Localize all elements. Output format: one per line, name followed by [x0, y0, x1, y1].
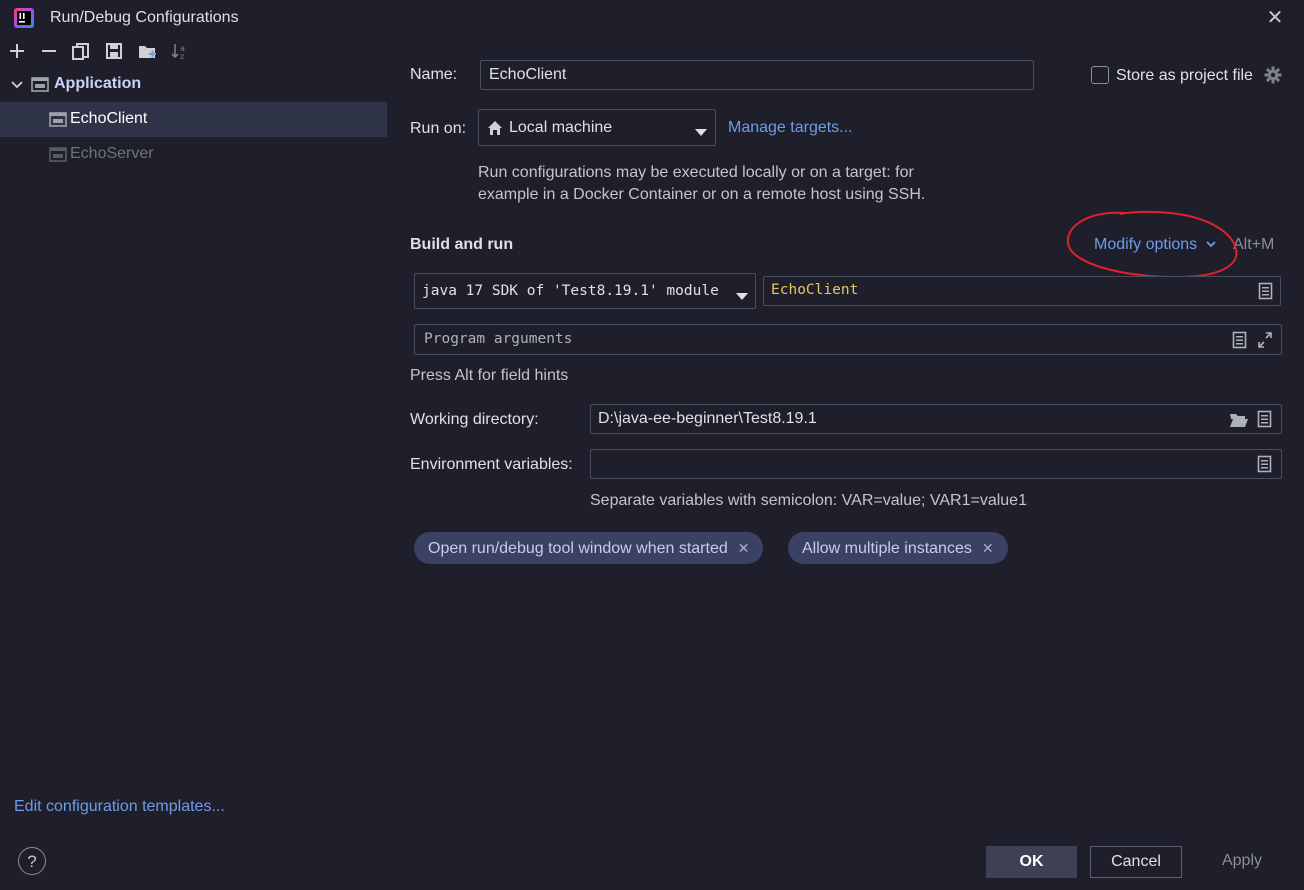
- tree-group-application[interactable]: Application: [0, 70, 387, 100]
- chip-label: Allow multiple instances: [802, 540, 972, 557]
- application-icon: [49, 145, 67, 163]
- store-as-project-label: Store as project file: [1116, 67, 1253, 84]
- window-title: Run/Debug Configurations: [50, 9, 239, 26]
- run-on-label: Run on:: [410, 120, 467, 137]
- new-folder-icon[interactable]: [137, 41, 157, 61]
- run-on-hint-line: example in a Docker Container or on a re…: [478, 186, 926, 203]
- add-icon[interactable]: [7, 41, 27, 61]
- folder-open-icon[interactable]: [1229, 411, 1249, 429]
- home-icon: [487, 120, 503, 136]
- document-icon[interactable]: [1257, 410, 1273, 428]
- application-icon: [49, 110, 67, 128]
- close-icon[interactable]: ✕: [1262, 6, 1288, 30]
- dropdown-arrow-icon: [736, 288, 748, 300]
- svg-text:z: z: [180, 52, 184, 61]
- help-button[interactable]: ?: [18, 847, 46, 875]
- document-icon[interactable]: [1232, 331, 1248, 349]
- remove-chip-icon[interactable]: ✕: [738, 540, 750, 556]
- tree-group-label: Application: [54, 75, 142, 92]
- main-class-field[interactable]: EchoClient: [763, 276, 1281, 306]
- apply-button[interactable]: Apply: [1196, 846, 1288, 878]
- document-icon[interactable]: [1257, 455, 1273, 473]
- tree-item-echoclient[interactable]: EchoClient: [0, 102, 387, 137]
- chip-label: Open run/debug tool window when started: [428, 540, 728, 557]
- name-field-value: EchoClient: [489, 66, 567, 83]
- tree-item-label: EchoClient: [70, 110, 148, 127]
- document-icon[interactable]: [1258, 282, 1274, 300]
- save-icon[interactable]: [104, 41, 124, 61]
- working-directory-value: D:\java-ee-beginner\Test8.19.1: [598, 410, 817, 427]
- run-on-hint: Run configurations may be executed local…: [478, 162, 925, 206]
- edit-templates-link[interactable]: Edit configuration templates...: [14, 798, 225, 816]
- ok-button[interactable]: OK: [986, 846, 1077, 878]
- working-directory-label: Working directory:: [410, 411, 539, 428]
- environment-variables-hint: Separate variables with semicolon: VAR=v…: [590, 492, 1027, 509]
- field-hint-text: Press Alt for field hints: [410, 367, 569, 384]
- main-class-value: EchoClient: [771, 282, 859, 298]
- run-on-hint-line: Run configurations may be executed local…: [478, 164, 914, 181]
- dropdown-arrow-icon: [695, 124, 707, 136]
- environment-variables-field[interactable]: [590, 449, 1282, 479]
- run-on-select[interactable]: Local machine: [478, 109, 716, 146]
- build-and-run-heading: Build and run: [410, 236, 514, 253]
- application-icon: [31, 75, 49, 93]
- program-arguments-placeholder: Program arguments: [424, 331, 573, 347]
- working-directory-field[interactable]: D:\java-ee-beginner\Test8.19.1: [590, 404, 1282, 434]
- chip-open-tool-window[interactable]: Open run/debug tool window when started ✕: [414, 532, 764, 564]
- cancel-button[interactable]: Cancel: [1090, 846, 1182, 878]
- chip-allow-multiple[interactable]: Allow multiple instances ✕: [788, 532, 1008, 564]
- name-label: Name:: [410, 66, 458, 83]
- sdk-select-value: java 17 SDK of 'Test8.19.1' module: [422, 283, 719, 299]
- store-as-project-checkbox[interactable]: [1091, 66, 1109, 84]
- name-field[interactable]: EchoClient: [480, 60, 1034, 90]
- program-arguments-field[interactable]: Program arguments: [414, 324, 1282, 355]
- manage-targets-link[interactable]: Manage targets...: [728, 119, 853, 137]
- intellij-logo-icon: [14, 8, 34, 28]
- tree-item-label: EchoServer: [70, 145, 154, 162]
- gear-icon[interactable]: [1264, 66, 1282, 84]
- copy-icon[interactable]: [71, 41, 91, 61]
- expand-icon[interactable]: [1257, 331, 1273, 349]
- sort-icon[interactable]: az: [170, 41, 190, 61]
- tree-item-echoserver[interactable]: EchoServer: [0, 138, 387, 170]
- sdk-select[interactable]: java 17 SDK of 'Test8.19.1' module: [414, 273, 756, 309]
- environment-variables-label: Environment variables:: [410, 456, 573, 473]
- chevron-down-icon[interactable]: [9, 76, 25, 92]
- red-annotation-circle: [1066, 210, 1238, 279]
- remove-chip-icon[interactable]: ✕: [982, 540, 994, 556]
- run-on-value: Local machine: [509, 119, 613, 136]
- remove-icon[interactable]: [39, 41, 59, 61]
